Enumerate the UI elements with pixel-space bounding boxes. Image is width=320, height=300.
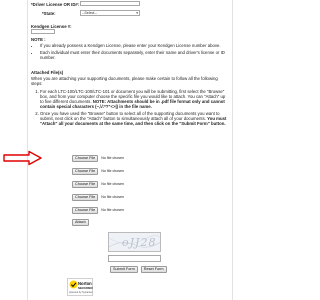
- file-status-3: No file chosen: [101, 182, 125, 186]
- attach-row: Attach: [72, 218, 89, 226]
- choose-file-button-4[interactable]: Choose File: [72, 193, 99, 201]
- choose-file-button-5[interactable]: Choose File: [72, 206, 99, 214]
- note-item-2: Each individual must enter their documen…: [40, 50, 225, 60]
- kendgen-input[interactable]: [31, 29, 55, 34]
- license-label: *Driver License OR ID#:: [31, 2, 80, 7]
- file-row-4: Choose File No file chosen: [72, 193, 124, 201]
- choose-file-button-2[interactable]: Choose File: [72, 167, 99, 175]
- state-label: *State:: [42, 11, 56, 16]
- note-item-1: If you already possess a Kendgen License…: [40, 43, 225, 48]
- captcha-text: oJJ28: [122, 236, 157, 249]
- norton-badge[interactable]: Norton SECURED powered by Symantec: [67, 278, 93, 296]
- reset-form-button[interactable]: Reset Form: [140, 266, 167, 273]
- norton-check-icon: [69, 280, 78, 289]
- file-status-4: No file chosen: [101, 195, 125, 199]
- submit-form-button[interactable]: Submit Form: [110, 266, 138, 273]
- form-page: *Driver License OR ID#: *State: --Select…: [27, 0, 233, 300]
- note-heading: NOTE :: [31, 37, 46, 42]
- attach-step-2: Once you have used the "Browse" button t…: [40, 111, 227, 126]
- file-status-5: No file chosen: [101, 208, 125, 212]
- file-status-2: No file chosen: [101, 169, 125, 173]
- form-actions: Submit Form Reset Form: [110, 266, 167, 273]
- attach-block: Attached File(s) When you are attaching …: [31, 70, 227, 128]
- red-arrow-icon: [3, 150, 42, 166]
- captcha-input[interactable]: [108, 255, 161, 262]
- captcha-image: oJJ28: [108, 232, 161, 252]
- attach-step-2-text: Once you have used the "Browse" button t…: [40, 111, 220, 121]
- choose-file-button-3[interactable]: Choose File: [72, 180, 99, 188]
- file-status-1: No file chosen: [101, 156, 125, 160]
- norton-secured: SECURED: [78, 286, 93, 290]
- file-row-1: Choose File No file chosen: [72, 154, 124, 162]
- chevron-down-icon: ▾: [136, 11, 138, 15]
- license-input[interactable]: [80, 1, 140, 6]
- attach-button[interactable]: Attach: [72, 218, 89, 226]
- attach-step-1: For each LTC-100/LTC-100/LTC-101 or docu…: [40, 89, 227, 109]
- attach-heading: Attached File(s): [31, 70, 64, 75]
- state-select-value: --Select--: [82, 11, 97, 15]
- file-row-3: Choose File No file chosen: [72, 180, 124, 188]
- attach-intro: When you are attaching your supporting d…: [31, 76, 218, 86]
- state-select[interactable]: --Select-- ▾: [80, 10, 140, 16]
- norton-powered: powered by Symantec: [69, 291, 93, 294]
- file-row-5: Choose File No file chosen: [72, 206, 124, 214]
- file-row-2: Choose File No file chosen: [72, 167, 124, 175]
- choose-file-button-1[interactable]: Choose File: [72, 154, 99, 162]
- note-block: NOTE : If you already possess a Kendgen …: [31, 37, 225, 62]
